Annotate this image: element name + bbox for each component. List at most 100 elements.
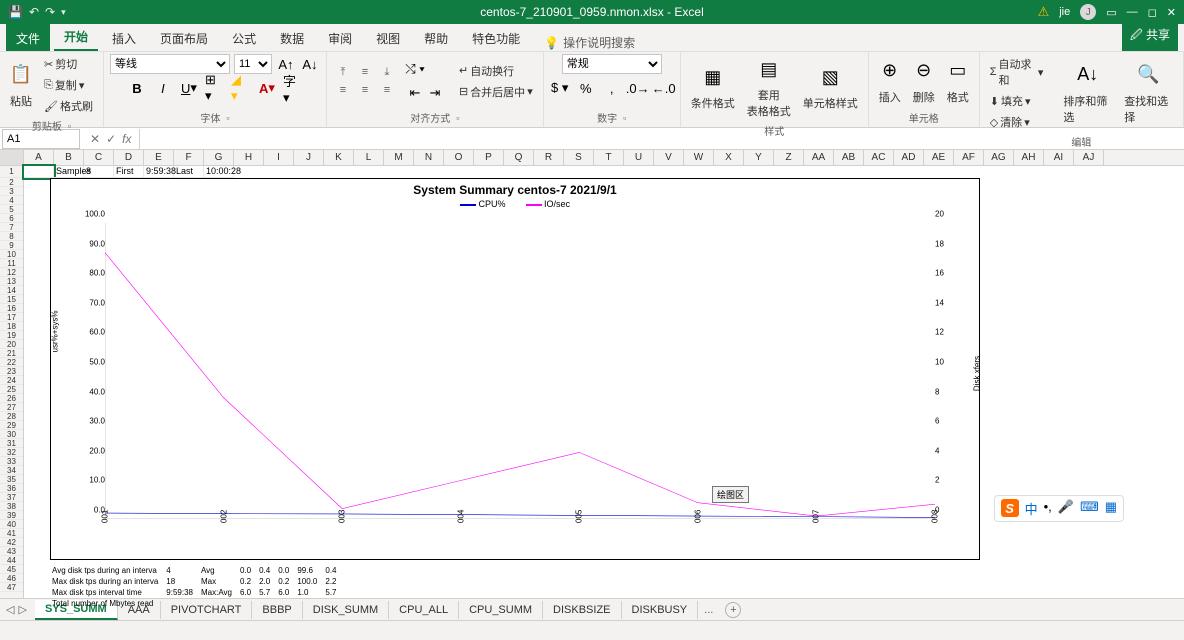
row-header[interactable]: 34 <box>0 466 23 475</box>
row-header[interactable]: 2 <box>0 178 23 187</box>
tab-special[interactable]: 特色功能 <box>462 24 530 51</box>
tab-formulas[interactable]: 公式 <box>222 24 266 51</box>
row-header[interactable]: 26 <box>0 394 23 403</box>
find-select-button[interactable]: 查找和选择 <box>1120 91 1177 127</box>
format-cells-button[interactable]: 格式 <box>943 87 973 107</box>
col-header[interactable]: AI <box>1044 150 1074 165</box>
indent-inc-icon[interactable]: ⇥ <box>425 83 445 103</box>
dialog-launcher-icon[interactable]: ▫ <box>226 113 229 123</box>
col-header[interactable]: G <box>204 150 234 165</box>
cell[interactable] <box>24 166 54 178</box>
table-format-button[interactable]: 套用 表格格式 <box>743 85 795 121</box>
enter-formula-icon[interactable]: ✓ <box>106 132 116 146</box>
row-header[interactable]: 6 <box>0 214 23 223</box>
row-header[interactable]: 3 <box>0 187 23 196</box>
indent-dec-icon[interactable]: ⇤ <box>405 83 425 103</box>
row-header[interactable]: 23 <box>0 367 23 376</box>
row-header[interactable]: 12 <box>0 268 23 277</box>
font-size-select[interactable]: 11 <box>234 54 272 74</box>
col-header[interactable]: AD <box>894 150 924 165</box>
col-header[interactable]: L <box>354 150 384 165</box>
col-header[interactable]: H <box>234 150 264 165</box>
orientation-icon[interactable]: ⤭ ▾ <box>405 59 425 79</box>
delete-cells-button[interactable]: 删除 <box>909 87 939 107</box>
new-sheet-button[interactable]: + <box>725 602 741 618</box>
chart[interactable]: System Summary centos-7 2021/9/1 CPU% IO… <box>50 178 980 560</box>
dialog-launcher-icon[interactable]: ▫ <box>456 113 459 123</box>
maximize-icon[interactable]: ◻ <box>1148 6 1157 19</box>
col-header[interactable]: P <box>474 150 504 165</box>
ime-grid-icon[interactable]: ▦ <box>1105 499 1117 518</box>
row-header[interactable]: 15 <box>0 295 23 304</box>
col-header[interactable]: I <box>264 150 294 165</box>
avatar[interactable]: J <box>1080 4 1096 20</box>
dec-decimal-icon[interactable]: ←.0 <box>654 78 674 98</box>
col-header[interactable]: T <box>594 150 624 165</box>
col-header[interactable]: AF <box>954 150 984 165</box>
phonetic-button[interactable]: 字 ▾ <box>283 78 303 98</box>
sogou-icon[interactable]: S <box>1001 499 1019 517</box>
row-header[interactable]: 1 <box>0 166 23 178</box>
row-header[interactable]: 22 <box>0 358 23 367</box>
row-header[interactable]: 42 <box>0 538 23 547</box>
font-color-button[interactable]: A ▾ <box>257 78 277 98</box>
col-header[interactable]: V <box>654 150 684 165</box>
autosum-button[interactable]: Σ自动求和 ▾ <box>986 54 1048 90</box>
col-header[interactable]: A <box>24 150 54 165</box>
number-format-select[interactable]: 常规 <box>562 54 662 74</box>
row-header[interactable]: 11 <box>0 259 23 268</box>
border-button[interactable]: ⊞ ▾ <box>205 78 225 98</box>
col-header[interactable]: AB <box>834 150 864 165</box>
sheet-tab[interactable]: DISKBUSY <box>622 601 699 619</box>
row-header[interactable]: 20 <box>0 340 23 349</box>
ime-toolbar[interactable]: S 中 •, 🎤 ⌨ ▦ <box>994 495 1124 522</box>
col-header[interactable]: D <box>114 150 144 165</box>
cell[interactable]: Samples <box>54 166 84 178</box>
warning-icon[interactable]: ⚠ <box>1038 4 1050 20</box>
row-header[interactable]: 18 <box>0 322 23 331</box>
cell[interactable]: Last <box>174 166 204 178</box>
row-header[interactable]: 32 <box>0 448 23 457</box>
row-header[interactable]: 10 <box>0 250 23 259</box>
sort-filter-icon[interactable]: A↓ <box>1073 60 1103 90</box>
col-header[interactable]: Z <box>774 150 804 165</box>
comma-icon[interactable]: , <box>602 78 622 98</box>
italic-button[interactable]: I <box>153 78 173 98</box>
fill-button[interactable]: ⬇填充 ▾ <box>986 91 1048 111</box>
col-header[interactable]: S <box>564 150 594 165</box>
cut-button[interactable]: ✂剪切 <box>40 54 97 74</box>
row-header[interactable]: 31 <box>0 439 23 448</box>
col-header[interactable]: AG <box>984 150 1014 165</box>
row-header[interactable]: 46 <box>0 574 23 583</box>
col-header[interactable]: Y <box>744 150 774 165</box>
col-header[interactable]: N <box>414 150 444 165</box>
dialog-launcher-icon[interactable]: ▫ <box>68 121 71 131</box>
row-header[interactable]: 43 <box>0 547 23 556</box>
ribbon-display-icon[interactable]: ▭ <box>1106 6 1116 19</box>
row-header[interactable]: 44 <box>0 556 23 565</box>
row-header[interactable]: 4 <box>0 196 23 205</box>
sheet-tabs-more[interactable]: ... <box>698 604 719 616</box>
inc-decimal-icon[interactable]: .0→ <box>628 78 648 98</box>
tab-data[interactable]: 数据 <box>270 24 314 51</box>
col-header[interactable]: AA <box>804 150 834 165</box>
sheet-tab[interactable]: DISKBSIZE <box>543 601 621 619</box>
row-header[interactable]: 25 <box>0 385 23 394</box>
row-header[interactable]: 37 <box>0 493 23 502</box>
col-header[interactable]: J <box>294 150 324 165</box>
fill-color-button[interactable]: ◢ ▾ <box>231 78 251 98</box>
qat-more-icon[interactable]: ▾ <box>61 7 66 18</box>
tab-review[interactable]: 审阅 <box>318 24 362 51</box>
tab-view[interactable]: 视图 <box>366 24 410 51</box>
tab-layout[interactable]: 页面布局 <box>150 24 218 51</box>
select-all-corner[interactable] <box>0 150 24 165</box>
redo-icon[interactable]: ↷ <box>45 5 55 19</box>
align-left-icon[interactable]: ≡ <box>333 82 353 98</box>
sheet-tab[interactable]: CPU_SUMM <box>459 601 543 619</box>
ime-voice-icon[interactable]: 🎤 <box>1058 499 1074 518</box>
tab-file[interactable]: 文件 <box>6 24 50 51</box>
find-select-icon[interactable]: 🔍 <box>1134 60 1164 90</box>
row-header[interactable]: 36 <box>0 484 23 493</box>
cell[interactable]: First <box>114 166 144 178</box>
col-header[interactable]: C <box>84 150 114 165</box>
